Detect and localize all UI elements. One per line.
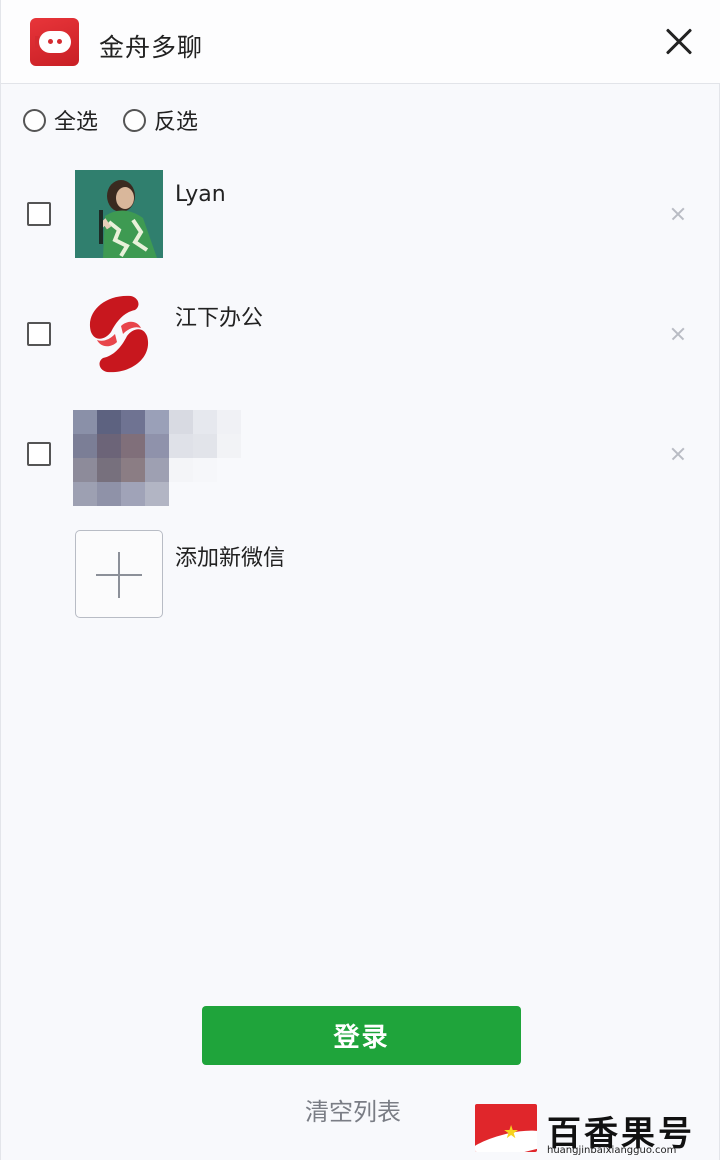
app-window: 金舟多聊 全选 反选 Lyan 江下办公 添加新微信 登录 清空列表 ★ 百香果…	[0, 0, 720, 1160]
invert-selection-radio[interactable]	[123, 108, 146, 132]
account-checkbox[interactable]	[27, 202, 51, 226]
account-row-hidden[interactable]	[1, 410, 720, 510]
avatar-pixelated	[73, 410, 243, 506]
account-checkbox[interactable]	[27, 322, 51, 346]
select-all-option[interactable]: 全选	[23, 104, 98, 136]
account-checkbox[interactable]	[27, 442, 51, 466]
close-icon[interactable]	[661, 24, 697, 60]
app-title: 金舟多聊	[99, 33, 204, 62]
select-all-label: 全选	[54, 110, 99, 135]
account-row-jiangxia[interactable]: 江下办公	[1, 290, 720, 390]
clear-list-link[interactable]: 清空列表	[305, 1092, 401, 1127]
add-account-button[interactable]	[75, 530, 163, 618]
avatar	[75, 290, 163, 378]
remove-account-icon[interactable]	[670, 326, 686, 342]
select-all-radio[interactable]	[23, 108, 46, 132]
invert-selection-label: 反选	[154, 110, 199, 135]
remove-account-icon[interactable]	[670, 206, 686, 222]
account-name: 江下办公	[175, 306, 264, 331]
add-account-label[interactable]: 添加新微信	[175, 540, 285, 572]
watermark-logo-icon: ★	[475, 1104, 537, 1152]
avatar	[75, 170, 163, 258]
title-bar: 金舟多聊	[1, 0, 720, 84]
remove-account-icon[interactable]	[670, 446, 686, 462]
account-name: Lyan	[175, 182, 226, 207]
watermark: ★ 百香果号 huangjinbaixiangguo.com	[471, 1100, 720, 1160]
app-logo-icon	[30, 18, 79, 66]
watermark-url: huangjinbaixiangguo.com	[547, 1145, 677, 1156]
account-row-lyan[interactable]: Lyan	[1, 170, 720, 270]
invert-selection-option[interactable]: 反选	[123, 104, 198, 136]
login-button[interactable]: 登录	[202, 1006, 521, 1065]
